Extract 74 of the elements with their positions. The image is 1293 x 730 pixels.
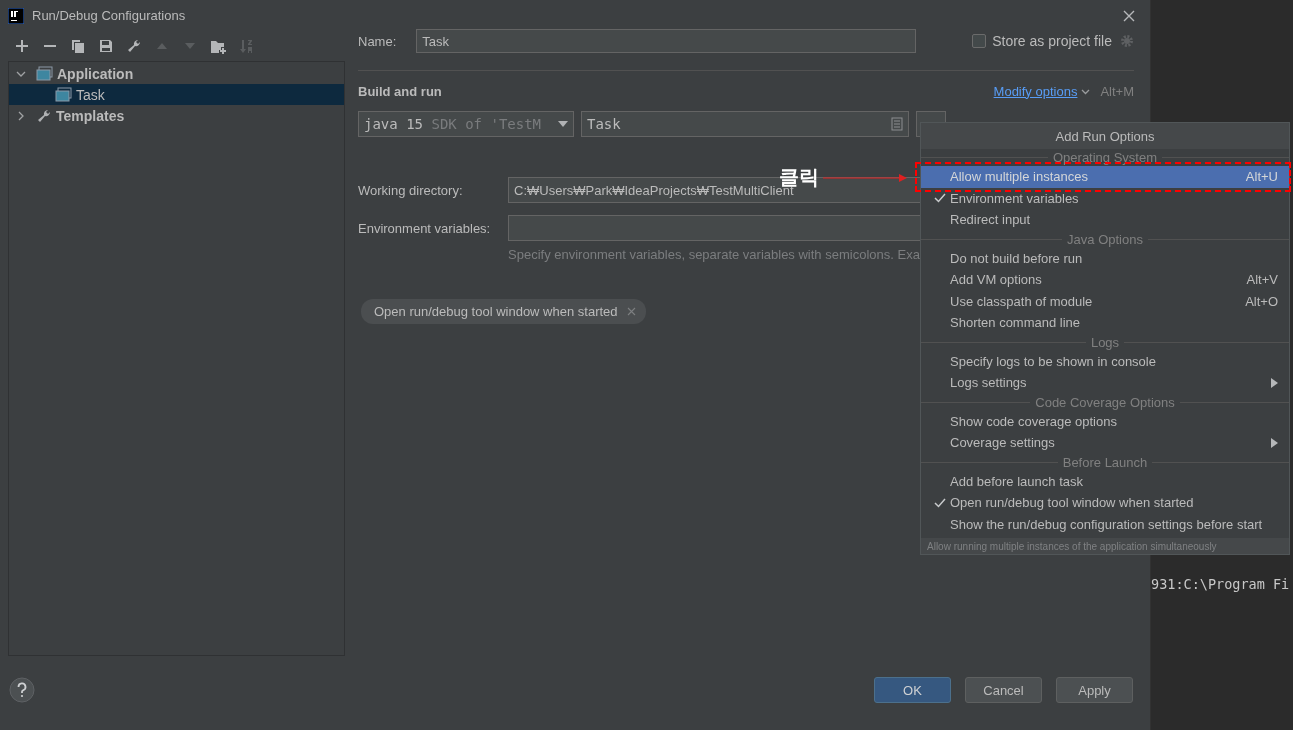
hint-text: Specify environment variables, separate variables with semicolons. Exa (508, 247, 920, 262)
window-title: Run/Debug Configurations (32, 8, 186, 23)
console-text: 931:C:\Program Fi (1151, 576, 1290, 592)
menu-item[interactable]: Use classpath of module Alt+O (921, 290, 1289, 312)
tree-item[interactable]: Application (9, 63, 344, 84)
popup-title: Add Run Options (921, 123, 1289, 149)
submenu-arrow-icon (1271, 377, 1278, 388)
group-title: Java Options (1067, 231, 1143, 247)
modify-options-link[interactable]: Modify options (993, 83, 1078, 99)
menu-item[interactable]: Add VM options Alt+V (921, 269, 1289, 291)
submenu-arrow-icon (1271, 437, 1278, 448)
checkbox[interactable] (972, 34, 987, 48)
window-icon (55, 87, 72, 102)
copy-icon[interactable] (70, 38, 86, 54)
tree-label: Application (57, 65, 134, 82)
menu-item-label: Environment variables (950, 190, 1079, 206)
help-icon[interactable] (9, 677, 35, 703)
tree-label: Templates (56, 107, 125, 124)
shortcut-label: Alt+U (1245, 169, 1278, 185)
name-label: Name: (358, 33, 397, 49)
menu-item-label: Logs settings (950, 375, 1027, 391)
environment-variables-label: Environment variables: (358, 220, 492, 236)
menu-item-label: Add before launch task (950, 473, 1083, 489)
menu-item-label: Specify logs to be shown in console (950, 353, 1156, 369)
dialog-button[interactable]: Apply (1056, 677, 1133, 703)
menu-item[interactable]: Open run/debug tool window when started (921, 492, 1289, 514)
menu-item[interactable]: Coverage settings (921, 432, 1289, 454)
group-title: Logs (1090, 334, 1120, 350)
dialog-button[interactable]: OK (874, 677, 951, 703)
check-icon (934, 497, 946, 508)
menu-item-label: Show the run/debug configuration settings before start (950, 516, 1263, 532)
name-field[interactable]: Task (416, 29, 917, 53)
tree-item[interactable]: Task (9, 84, 344, 105)
menu-item[interactable]: Show the run/debug configuration settings before start (921, 513, 1289, 535)
menu-item[interactable]: Logs settings (921, 372, 1289, 394)
menu-item[interactable]: Do not build before run (921, 247, 1289, 269)
menu-item-label: Use classpath of module (950, 293, 1093, 309)
menu-item[interactable]: Add before launch task (921, 470, 1289, 492)
add-icon[interactable] (14, 38, 30, 54)
menu-item-label: Redirect input (950, 212, 1031, 228)
menu-item[interactable]: Shorten command line (921, 312, 1289, 334)
menu-item-label: Show code coverage options (950, 413, 1117, 429)
working-directory-label: Working directory: (358, 182, 464, 198)
menu-item-label: Open run/debug tool window when started (950, 495, 1194, 511)
wrench-icon[interactable] (126, 38, 142, 54)
shortcut-label: Alt+V (1246, 272, 1278, 288)
tree-item[interactable]: Templates (9, 105, 344, 126)
dropdown-arrow-icon (558, 121, 568, 127)
menu-item-label: Coverage settings (950, 435, 1055, 451)
menu-item-label: Add VM options (950, 272, 1042, 288)
group-title: Before Launch (1062, 454, 1148, 470)
checkbox-label: Store as project file (992, 33, 1112, 49)
main-class-field[interactable]: Task (581, 111, 909, 137)
section-title: Build and run (358, 83, 442, 99)
menu-item[interactable]: Redirect input (921, 209, 1289, 231)
chevron-icon[interactable] (16, 110, 26, 121)
menu-item[interactable]: Show code coverage options (921, 410, 1289, 432)
shortcut-label: Alt+M (1100, 83, 1134, 99)
menu-item[interactable]: Specify logs to be shown in console (921, 350, 1289, 372)
shortcut-label: Alt+O (1245, 293, 1278, 309)
app-logo-icon (8, 7, 24, 24)
menu-item-label: Do not build before run (950, 250, 1083, 266)
option-chip[interactable]: Open run/debug tool window when started (361, 299, 646, 324)
check-icon (934, 193, 946, 204)
save-icon[interactable] (98, 38, 114, 54)
dialog-button[interactable]: Cancel (965, 677, 1042, 703)
group-title: Operating System (1053, 150, 1158, 165)
window-icon (36, 66, 53, 81)
folder-plus-icon[interactable] (210, 38, 226, 54)
tree-label: Task (76, 86, 105, 103)
close-icon[interactable] (1122, 8, 1136, 23)
wrench-icon (36, 107, 52, 124)
menu-item-label: Shorten command line (950, 315, 1081, 331)
group-title: Code Coverage Options (1035, 394, 1175, 410)
